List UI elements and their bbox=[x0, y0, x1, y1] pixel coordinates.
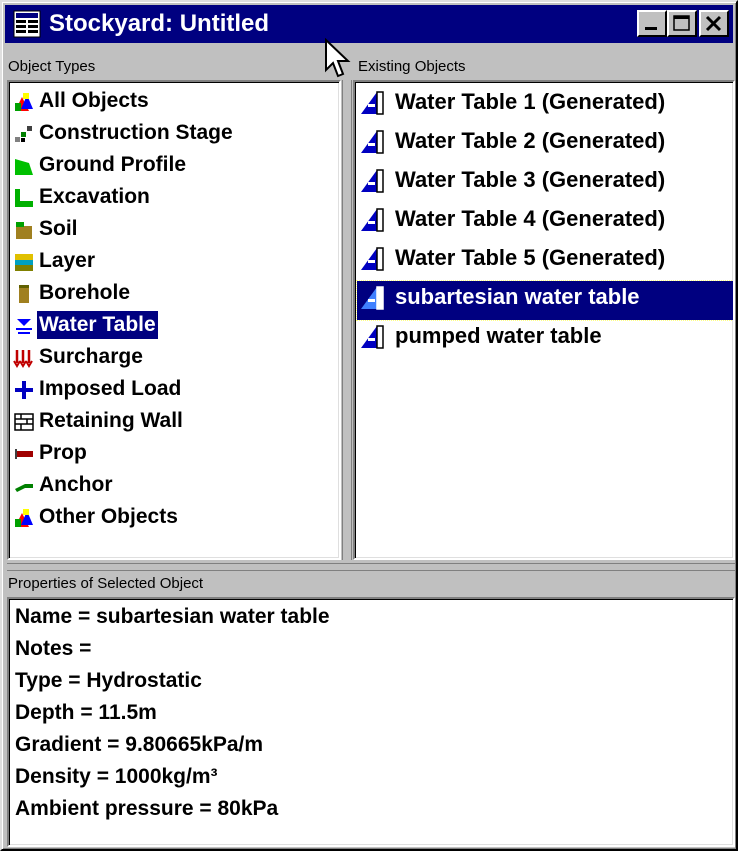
minimize-button[interactable] bbox=[637, 10, 667, 37]
object-type-borehole[interactable]: Borehole bbox=[13, 279, 339, 311]
water-table-object-icon bbox=[361, 325, 384, 349]
object-type-imposed-load[interactable]: Imposed Load bbox=[13, 375, 339, 407]
surcharge-icon bbox=[13, 350, 33, 368]
vertical-splitter[interactable] bbox=[342, 80, 352, 560]
object-type-label: Prop bbox=[39, 441, 87, 464]
object-type-ground-profile[interactable]: Ground Profile bbox=[13, 151, 339, 183]
soil-icon bbox=[16, 222, 32, 239]
existing-object-label: Water Table 3 (Generated) bbox=[395, 167, 666, 192]
object-type-other-objects[interactable]: Other Objects bbox=[13, 503, 339, 535]
object-type-construction-stage[interactable]: Construction Stage bbox=[13, 119, 339, 151]
existing-object-item[interactable]: Water Table 3 (Generated) bbox=[357, 164, 733, 203]
existing-object-label: pumped water table bbox=[395, 323, 602, 348]
object-type-retaining-wall[interactable]: Retaining Wall bbox=[13, 407, 339, 439]
object-type-label: Construction Stage bbox=[39, 121, 233, 144]
properties-panel[interactable]: Name = subartesian water table Notes = T… bbox=[7, 597, 735, 847]
existing-object-item-selected[interactable]: subartesian water table bbox=[356, 280, 733, 321]
mouse-pointer-icon bbox=[325, 38, 351, 78]
property-ambient-pressure: Ambient pressure = 80kPa bbox=[15, 797, 279, 820]
title-bar[interactable]: Stockyard: Untitled bbox=[5, 5, 733, 43]
object-type-label: Ground Profile bbox=[39, 153, 186, 176]
close-button[interactable] bbox=[699, 10, 729, 37]
object-type-all-objects[interactable]: All Objects bbox=[13, 87, 339, 119]
existing-object-label: Water Table 2 (Generated) bbox=[395, 128, 666, 153]
layer-icon bbox=[15, 254, 33, 271]
stockyard-window: Stockyard: Untitled Object Types Existin… bbox=[0, 0, 738, 851]
water-table-icon bbox=[16, 319, 32, 334]
object-type-layer[interactable]: Layer bbox=[13, 247, 339, 279]
water-table-object-icon bbox=[361, 247, 384, 271]
prop-icon bbox=[15, 449, 33, 459]
object-type-excavation[interactable]: Excavation bbox=[13, 183, 339, 215]
object-types-items: All Objects Construction Stage Ground Pr… bbox=[13, 87, 339, 535]
water-table-object-icon bbox=[361, 91, 384, 115]
borehole-icon bbox=[19, 285, 29, 303]
object-type-label: Borehole bbox=[39, 281, 131, 304]
anchor-icon bbox=[15, 484, 33, 492]
existing-object-item[interactable]: Water Table 1 (Generated) bbox=[357, 86, 733, 125]
object-type-water-table[interactable]: Water Table bbox=[13, 311, 339, 343]
existing-object-item[interactable]: Water Table 2 (Generated) bbox=[357, 125, 733, 164]
property-type: Type = Hydrostatic bbox=[15, 669, 202, 692]
window-title: Stockyard: Untitled bbox=[49, 10, 270, 37]
object-types-list[interactable]: All Objects Construction Stage Ground Pr… bbox=[7, 80, 341, 560]
all-objects-icon bbox=[15, 93, 33, 111]
object-type-surcharge[interactable]: Surcharge bbox=[13, 343, 339, 375]
existing-objects-label: Existing Objects bbox=[358, 58, 466, 75]
property-density: Density = 1000kg/m³ bbox=[15, 765, 218, 788]
object-type-label: Surcharge bbox=[39, 345, 143, 368]
property-name: Name = subartesian water table bbox=[15, 605, 330, 628]
object-type-anchor[interactable]: Anchor bbox=[13, 471, 339, 503]
water-table-object-icon bbox=[361, 169, 384, 193]
excavation-icon bbox=[15, 189, 33, 207]
minimize-icon bbox=[645, 27, 657, 30]
existing-object-label: Water Table 1 (Generated) bbox=[395, 89, 666, 114]
construction-stage-icon bbox=[15, 126, 32, 142]
properties-label: Properties of Selected Object bbox=[8, 575, 204, 592]
maximize-button[interactable] bbox=[667, 10, 697, 37]
horizontal-splitter[interactable] bbox=[7, 563, 735, 571]
property-notes: Notes = bbox=[15, 637, 92, 660]
object-types-label: Object Types bbox=[8, 58, 96, 75]
object-type-label: Imposed Load bbox=[39, 377, 182, 400]
water-table-object-icon bbox=[361, 208, 384, 232]
existing-object-item[interactable]: pumped water table bbox=[357, 320, 733, 359]
object-type-label: Anchor bbox=[39, 473, 113, 496]
object-type-label: Excavation bbox=[39, 185, 150, 208]
property-depth: Depth = 11.5m bbox=[15, 701, 157, 724]
object-type-label: Other Objects bbox=[39, 505, 178, 528]
water-table-object-icon bbox=[361, 130, 384, 154]
existing-object-label: subartesian water table bbox=[395, 284, 640, 309]
retaining-wall-icon bbox=[14, 413, 34, 431]
object-type-label: All Objects bbox=[39, 89, 149, 112]
existing-object-label: Water Table 4 (Generated) bbox=[395, 206, 666, 231]
object-type-label: Water Table bbox=[37, 311, 158, 339]
existing-object-label: Water Table 5 (Generated) bbox=[395, 245, 666, 270]
existing-object-item[interactable]: Water Table 5 (Generated) bbox=[357, 242, 733, 281]
water-table-object-icon bbox=[361, 286, 384, 310]
property-gradient: Gradient = 9.80665kPa/m bbox=[15, 733, 264, 756]
maximize-icon bbox=[673, 15, 690, 31]
close-icon bbox=[705, 15, 722, 32]
ground-profile-icon bbox=[15, 159, 33, 175]
existing-objects-list[interactable]: Water Table 1 (Generated) Water Table 2 … bbox=[353, 80, 735, 560]
stockyard-app-icon[interactable] bbox=[13, 10, 41, 38]
other-objects-icon bbox=[15, 509, 33, 527]
imposed-load-icon bbox=[15, 381, 33, 399]
object-type-prop[interactable]: Prop bbox=[13, 439, 339, 471]
object-type-soil[interactable]: Soil bbox=[13, 215, 339, 247]
existing-objects-items: Water Table 1 (Generated) Water Table 2 … bbox=[356, 86, 733, 359]
existing-object-item[interactable]: Water Table 4 (Generated) bbox=[357, 203, 733, 242]
object-type-label: Layer bbox=[39, 249, 96, 272]
object-type-label: Soil bbox=[39, 217, 78, 240]
object-type-label: Retaining Wall bbox=[39, 409, 183, 432]
